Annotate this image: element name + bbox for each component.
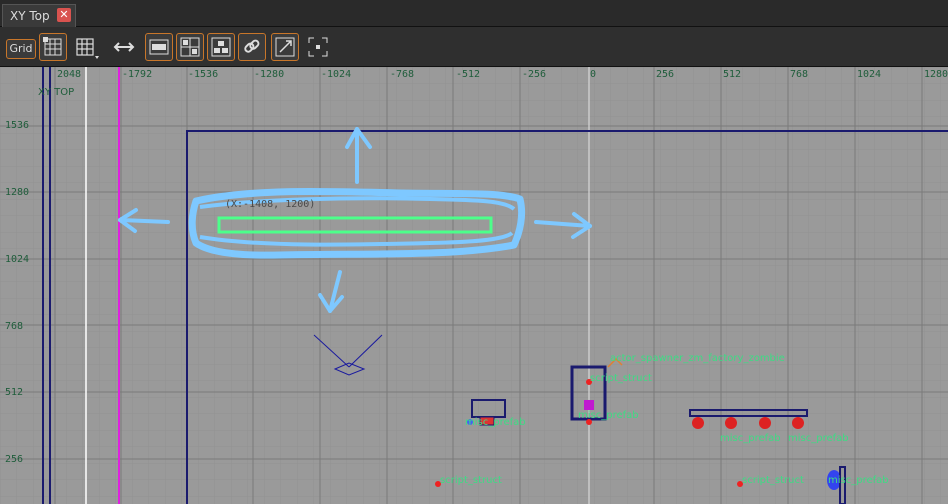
text-labels-icon[interactable] [145, 33, 173, 61]
x-tick: -1280 [254, 69, 284, 80]
x-tick: -1536 [188, 69, 218, 80]
close-icon[interactable]: ✕ [57, 8, 71, 22]
entity-label: script_struct [440, 475, 502, 486]
entity-label: misc_prefab [578, 410, 639, 421]
tab-label: XY Top [10, 9, 50, 23]
entity-label: misc_prefab [828, 475, 889, 486]
x-tick: 1024 [857, 69, 881, 80]
x-tick: -512 [456, 69, 480, 80]
grid-size-icon[interactable] [71, 33, 99, 61]
script-struct-bottom-left[interactable]: script_struct [435, 475, 502, 487]
grid-button[interactable]: Grid [6, 39, 36, 59]
x-tick: 0 [590, 69, 596, 80]
entity-label: actor_spawner_zm_factory_zombie [610, 353, 785, 364]
entity-label: script_struct [590, 373, 652, 384]
y-tick: 768 [5, 321, 23, 332]
tab-bar: XY Top ✕ [0, 0, 948, 27]
x-tick: 512 [723, 69, 741, 80]
y-tick: 512 [5, 387, 23, 398]
y-tick: 1024 [5, 254, 29, 265]
y-tick: 1536 [5, 120, 29, 131]
x-tick: -256 [522, 69, 546, 80]
x-tick: 2048 [57, 69, 81, 80]
prefab-icon[interactable] [207, 33, 235, 61]
y-tick: 256 [5, 454, 23, 465]
toolbar: Grid [0, 27, 948, 67]
stretch-icon[interactable] [110, 33, 138, 61]
center-icon[interactable] [304, 33, 332, 61]
link-icon[interactable] [238, 33, 266, 61]
x-tick: -768 [390, 69, 414, 80]
y-tick: 1280 [5, 187, 29, 198]
xy-top-viewport[interactable]: 2048 -1792 -1536 -1280 -1024 -768 -512 -… [0, 67, 948, 504]
script-struct-bottom-right[interactable]: script_struct [737, 475, 804, 487]
grid-snap-icon[interactable] [39, 33, 67, 61]
group-icon[interactable] [176, 33, 204, 61]
entity-label: script_struct [742, 475, 804, 486]
x-tick: 1280 [924, 69, 948, 80]
tab-xy-top[interactable]: XY Top ✕ [2, 4, 76, 27]
x-tick: 256 [656, 69, 674, 80]
coordinate-readout: (X:-1408, 1200) [225, 199, 315, 210]
entity-label: misc_prefab [788, 433, 849, 444]
entity-label: misc_prefab [720, 433, 781, 444]
x-tick: -1792 [122, 69, 152, 80]
view-title: XY TOP [38, 87, 74, 98]
entity-label: misc_prefab [465, 417, 526, 428]
x-tick: 768 [790, 69, 808, 80]
scale-icon[interactable] [271, 33, 299, 61]
x-tick: -1024 [321, 69, 351, 80]
